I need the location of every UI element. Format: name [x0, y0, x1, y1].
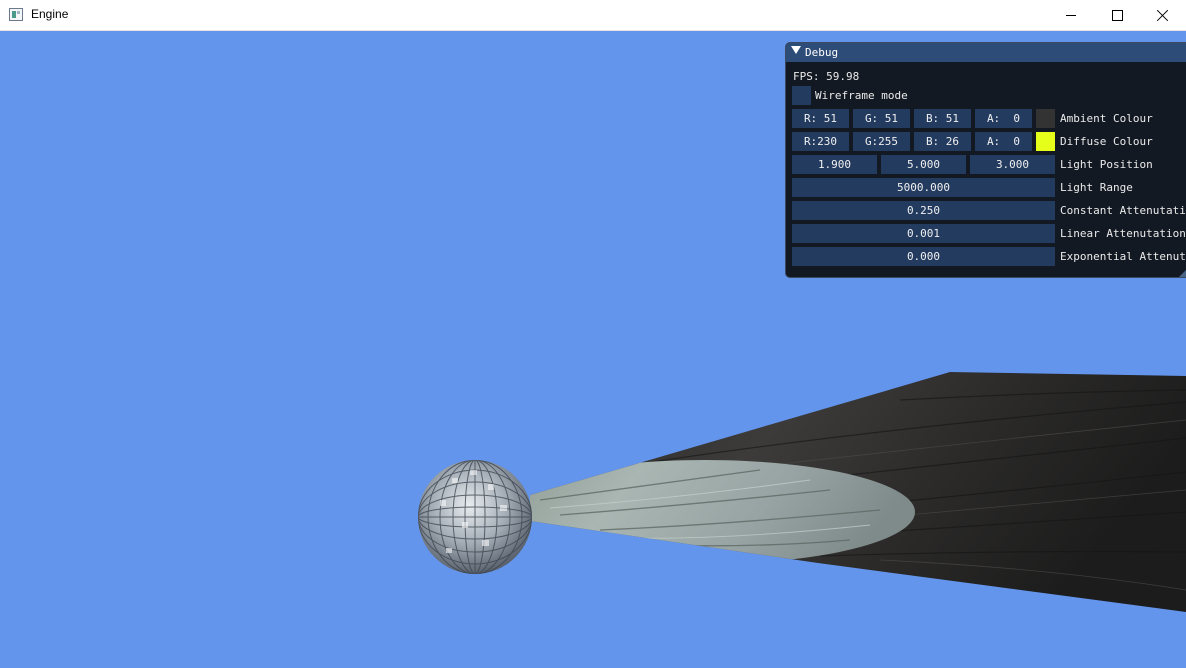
- light-position-y-field[interactable]: 5.000: [881, 155, 966, 174]
- ambient-r-field[interactable]: R: 51: [792, 109, 849, 128]
- resize-grip-icon[interactable]: [1179, 265, 1186, 277]
- linear-attenuation-field[interactable]: 0.001: [792, 224, 1055, 243]
- close-button[interactable]: [1140, 0, 1186, 30]
- exponential-attenuation-label: Exponential Attenutation: [1060, 250, 1186, 263]
- app-window-icon: [9, 8, 23, 21]
- light-range-label: Light Range: [1060, 181, 1133, 194]
- ambient-b-field[interactable]: B: 51: [914, 109, 971, 128]
- floor-plane: [530, 372, 1186, 612]
- light-position-row: 1.900 5.000 3.000 Light Position: [786, 155, 1186, 174]
- constant-attenuation-field[interactable]: 0.250: [792, 201, 1055, 220]
- light-range-field[interactable]: 5000.000: [792, 178, 1055, 197]
- fps-readout: FPS: 59.98: [793, 70, 860, 83]
- constant-attenuation-label: Constant Attenutation: [1060, 204, 1186, 217]
- mirror-ball-sphere: [418, 460, 532, 574]
- diffuse-colour-row: R:230 G:255 B: 26 A: 0 Diffuse Colour: [786, 132, 1186, 151]
- constant-attenuation-row: 0.250 Constant Attenutation: [786, 201, 1186, 220]
- diffuse-g-field[interactable]: G:255: [853, 132, 910, 151]
- wireframe-row: Wireframe mode: [786, 86, 1186, 105]
- ambient-colour-label: Ambient Colour: [1060, 112, 1153, 125]
- diffuse-colour-label: Diffuse Colour: [1060, 135, 1153, 148]
- exponential-attenuation-field[interactable]: 0.000: [792, 247, 1055, 266]
- render-viewport[interactable]: Debug FPS: 59.98 Wireframe mode R: 51 G:…: [0, 31, 1186, 668]
- maximize-icon: [1111, 9, 1123, 21]
- window-title-bar[interactable]: Engine: [0, 0, 1186, 31]
- wireframe-label: Wireframe mode: [815, 89, 908, 102]
- collapse-arrow-icon[interactable]: [791, 46, 801, 54]
- light-position-label: Light Position: [1060, 158, 1153, 171]
- diffuse-a-field[interactable]: A: 0: [975, 132, 1032, 151]
- ambient-g-field[interactable]: G: 51: [853, 109, 910, 128]
- wireframe-checkbox[interactable]: [792, 86, 811, 105]
- light-position-x-field[interactable]: 1.900: [792, 155, 877, 174]
- light-position-z-field[interactable]: 3.000: [970, 155, 1055, 174]
- diffuse-colour-swatch[interactable]: [1036, 132, 1055, 151]
- minimize-button[interactable]: [1048, 0, 1094, 30]
- exponential-attenuation-row: 0.000 Exponential Attenutation: [786, 247, 1186, 266]
- minimize-icon: [1066, 14, 1076, 16]
- ambient-colour-row: R: 51 G: 51 B: 51 A: 0 Ambient Colour: [786, 109, 1186, 128]
- diffuse-r-field[interactable]: R:230: [792, 132, 849, 151]
- linear-attenuation-label: Linear Attenutation: [1060, 227, 1186, 240]
- light-range-row: 5000.000 Light Range: [786, 178, 1186, 197]
- close-icon: [1157, 9, 1169, 21]
- ambient-a-field[interactable]: A: 0: [975, 109, 1032, 128]
- debug-panel-header[interactable]: Debug: [786, 43, 1186, 62]
- debug-panel-title: Debug: [805, 46, 839, 59]
- diffuse-b-field[interactable]: B: 26: [914, 132, 971, 151]
- ambient-colour-swatch[interactable]: [1036, 109, 1055, 128]
- debug-panel[interactable]: Debug FPS: 59.98 Wireframe mode R: 51 G:…: [785, 42, 1186, 278]
- linear-attenuation-row: 0.001 Linear Attenutation: [786, 224, 1186, 243]
- window-title: Engine: [31, 7, 69, 21]
- maximize-button[interactable]: [1094, 0, 1140, 30]
